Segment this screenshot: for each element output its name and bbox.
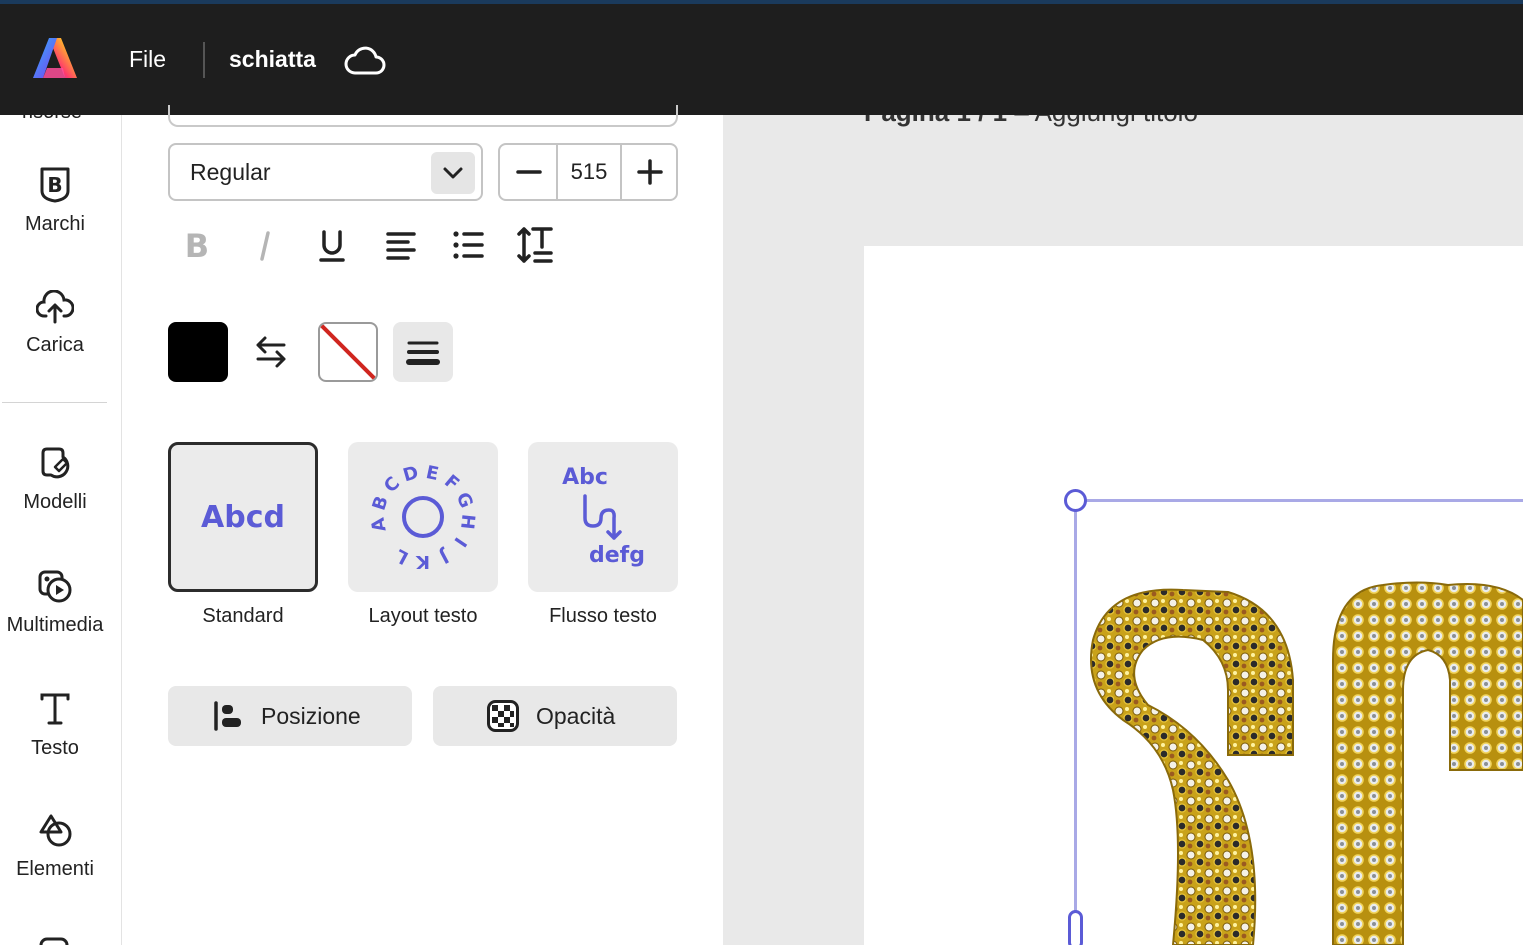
style-label-flow: Flusso testo <box>549 605 657 627</box>
svg-text:Abcd: Abcd <box>201 500 285 535</box>
rail-item-label: Multimedia <box>6 614 104 636</box>
svg-text:B: B <box>185 227 209 265</box>
rail-item-text[interactable]: Testo <box>0 691 110 760</box>
svg-text:H: H <box>456 513 478 530</box>
page-indicator: Pagina 1 / 1 <box>864 115 1007 127</box>
svg-text:L: L <box>392 544 412 568</box>
opacity-checker-icon <box>487 700 519 732</box>
font-size-input[interactable]: 515 <box>558 145 620 199</box>
no-color-icon <box>320 324 376 380</box>
position-icon <box>214 701 241 731</box>
background-color-none-swatch[interactable] <box>318 322 378 382</box>
bold-icon[interactable]: B <box>175 223 219 267</box>
opacity-button[interactable]: Opacità <box>433 686 677 746</box>
text-icon <box>40 693 70 725</box>
align-left-icon[interactable] <box>379 223 423 267</box>
chevron-down-icon <box>443 167 463 179</box>
text-flow-preview: Abc defg <box>562 465 645 568</box>
selection-bounding-box-top <box>1075 499 1523 502</box>
jeweled-letters-image[interactable] <box>1078 580 1523 945</box>
rail-item-brands[interactable]: B Marchi <box>0 165 110 236</box>
brand-icon: B <box>40 167 70 203</box>
more-icon <box>39 937 69 945</box>
cloud-sync-icon[interactable] <box>343 44 387 78</box>
text-properties-panel: Regular 515 B Abcd A B C D E F G H I J K… <box>123 105 723 945</box>
font-size-stepper: 515 <box>498 143 678 201</box>
rotation-handle[interactable] <box>1064 489 1087 512</box>
svg-text:G: G <box>452 490 477 512</box>
text-color-swatch[interactable] <box>168 322 228 382</box>
outline-weight-icon <box>406 341 440 365</box>
font-weight-value: Regular <box>190 159 271 185</box>
svg-text:D: D <box>401 462 421 486</box>
page-header: Pagina 1 / 1 – Aggiungi titolo <box>864 115 1198 128</box>
header-divider <box>203 42 205 78</box>
app-header: File schiatta <box>0 4 1523 115</box>
left-rail: risorse B Marchi Carica Modelli Multimed… <box>0 115 122 945</box>
line-spacing-icon[interactable] <box>514 223 558 267</box>
increase-size-button[interactable] <box>620 145 676 199</box>
rail-item-label: Modelli <box>23 491 87 513</box>
circular-text-preview: A B C D E F G H I J K L <box>368 462 479 572</box>
svg-text:B: B <box>369 493 393 513</box>
font-family-field[interactable] <box>168 105 678 127</box>
add-title-link[interactable]: Aggiungi titolo <box>1035 115 1198 127</box>
svg-text:J: J <box>436 545 454 568</box>
rail-item-label: Carica <box>26 334 84 356</box>
svg-text:E: E <box>424 462 440 485</box>
minus-icon <box>516 170 542 174</box>
upload-cloud-icon <box>36 290 74 324</box>
text-style-standard[interactable]: Abcd <box>168 442 318 592</box>
rail-separator <box>2 402 107 403</box>
text-style-layout[interactable]: A B C D E F G H I J K L <box>348 442 498 592</box>
opacity-label: Opacità <box>536 703 616 729</box>
file-menu[interactable]: File <box>129 46 166 73</box>
standard-style-preview: Abcd <box>201 500 285 535</box>
resize-handle-left[interactable] <box>1068 910 1083 945</box>
text-style-flow[interactable]: Abc defg <box>528 442 678 592</box>
svg-text:I: I <box>449 533 470 550</box>
canvas-area: Pagina 1 / 1 – Aggiungi titolo <box>723 115 1523 945</box>
rail-item-label[interactable]: risorse <box>22 115 82 124</box>
svg-text:K: K <box>415 551 430 572</box>
adobe-express-logo[interactable] <box>31 34 79 82</box>
outline-button[interactable] <box>393 322 453 382</box>
svg-text:defg: defg <box>589 543 645 568</box>
style-label-standard: Standard <box>202 605 284 627</box>
rail-item-label: Testo <box>31 737 79 759</box>
rail-item-more[interactable] <box>0 935 110 945</box>
font-weight-select[interactable]: Regular <box>168 143 483 201</box>
rail-item-templates[interactable]: Modelli <box>0 445 110 514</box>
position-button[interactable]: Posizione <box>168 686 412 746</box>
rail-item-elements[interactable]: Elementi <box>0 812 110 881</box>
svg-text:A: A <box>368 516 391 533</box>
shapes-icon <box>39 814 72 847</box>
svg-text:B: B <box>47 173 62 197</box>
rail-item-label: Elementi <box>16 858 94 880</box>
media-icon <box>38 570 72 603</box>
underline-icon[interactable] <box>310 223 354 267</box>
bullet-list-icon[interactable] <box>446 223 490 267</box>
decrease-size-button[interactable] <box>500 145 558 199</box>
position-label: Posizione <box>261 703 361 729</box>
svg-text:Abc: Abc <box>562 465 608 490</box>
templates-icon <box>41 447 70 479</box>
style-label-layout: Layout testo <box>368 605 478 627</box>
selection-bounding-box-left <box>1074 501 1077 945</box>
document-name[interactable]: schiatta <box>229 46 316 73</box>
plus-icon <box>637 159 663 185</box>
rail-item-media[interactable]: Multimedia <box>0 568 110 637</box>
rail-item-label: Marchi <box>24 213 85 235</box>
rail-item-upload[interactable]: Carica <box>0 290 110 357</box>
chevron-down-button[interactable] <box>431 152 475 194</box>
svg-text:C: C <box>380 473 404 497</box>
svg-text:F: F <box>440 471 463 495</box>
italic-icon[interactable] <box>243 223 287 267</box>
swap-colors-icon[interactable] <box>250 332 292 372</box>
